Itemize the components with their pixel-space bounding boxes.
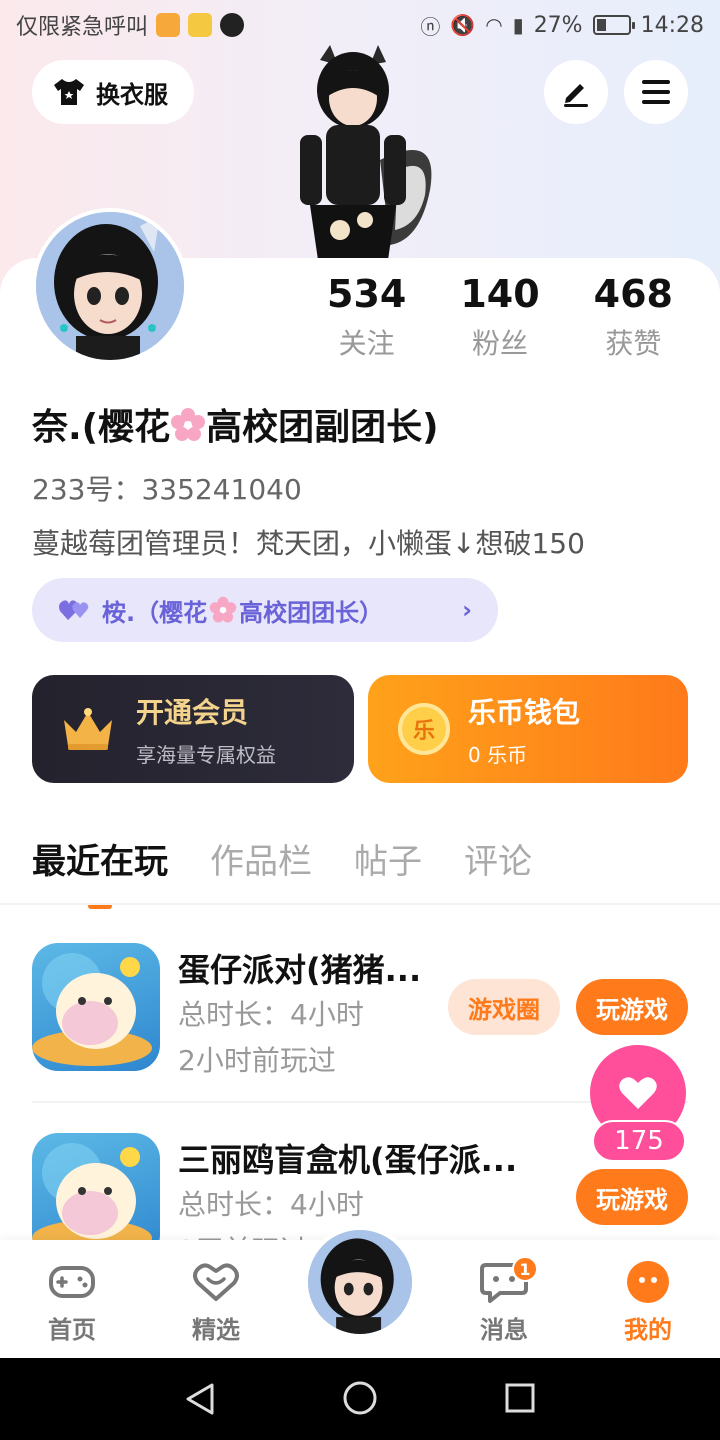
game-icon[interactable] <box>32 943 160 1071</box>
likes-label: 获赞 <box>605 327 662 360</box>
center-avatar-button[interactable] <box>304 1226 416 1338</box>
guild-tag[interactable]: 桉.（樱花 高校团团长） › <box>32 578 498 642</box>
play-game-button[interactable]: 玩游戏 <box>576 1169 688 1225</box>
clock: 14:28 <box>640 12 704 38</box>
nav-home[interactable]: 首页 <box>22 1260 122 1345</box>
sakura-icon <box>171 408 206 441</box>
home-icon[interactable] <box>342 1380 378 1416</box>
user-id-value: 335241040 <box>141 473 302 506</box>
video-app-icon <box>156 13 181 37</box>
heart-chat-icon <box>166 1260 266 1304</box>
menu-icon <box>642 80 670 104</box>
heart-icon <box>619 1077 657 1109</box>
nav-featured-label: 精选 <box>192 1316 240 1344</box>
game-title: 蛋仔派对(猪猪... <box>178 951 422 989</box>
signal-icon: ▮ <box>512 13 524 37</box>
crown-icon <box>64 708 112 750</box>
recents-icon[interactable] <box>504 1382 536 1414</box>
nav-me-label: 我的 <box>624 1316 672 1344</box>
nav-me[interactable]: 我的 <box>598 1260 698 1345</box>
game-list-item[interactable]: 蛋仔派对(猪猪... 总时长：4小时 2小时前玩过 游戏圈 玩游戏 <box>32 943 692 1083</box>
gamepad-icon <box>22 1260 122 1304</box>
username-prefix: 奈.(樱花 <box>32 407 171 448</box>
followers-stat[interactable]: 140 粉丝 <box>433 268 566 368</box>
face-icon <box>598 1260 698 1304</box>
tab-posts[interactable]: 帖子 <box>354 834 422 883</box>
shirt-icon <box>54 79 84 105</box>
game-duration: 总时长：4小时 <box>178 998 364 1031</box>
nfc-icon: ⓝ <box>420 14 441 39</box>
profile-tabs: 最近在玩 作品栏 帖子 评论 <box>32 834 532 883</box>
wallet-title: 乐币钱包 <box>468 695 581 729</box>
edit-profile-button[interactable] <box>544 60 608 124</box>
following-label: 关注 <box>338 327 395 360</box>
guild-tag-suffix: 高校团团长） <box>239 598 384 627</box>
change-outfit-button[interactable]: 换衣服 <box>32 60 194 124</box>
change-outfit-label: 换衣服 <box>96 80 168 109</box>
divider <box>0 903 720 905</box>
nav-home-label: 首页 <box>48 1316 96 1344</box>
double-heart-icon <box>59 600 89 620</box>
user-id[interactable]: 233号：335241040 <box>32 468 302 508</box>
nav-featured[interactable]: 精选 <box>166 1260 266 1345</box>
avatar-character-figure[interactable] <box>270 40 450 265</box>
carrier-text: 仅限紧急呼叫 <box>16 15 149 40</box>
following-count: 534 <box>327 272 407 316</box>
play-game-button[interactable]: 玩游戏 <box>576 979 688 1035</box>
like-count: 175 <box>592 1120 686 1162</box>
likes-count: 468 <box>593 272 673 316</box>
vip-membership-card[interactable]: 开通会员 享海量专属权益 <box>32 675 354 783</box>
system-navigation-bar <box>0 1358 720 1440</box>
vip-title: 开通会员 <box>136 695 249 729</box>
wifi-icon: ◠ <box>485 13 503 37</box>
nav-messages[interactable]: 1 消息 <box>454 1256 554 1345</box>
back-icon[interactable] <box>184 1382 216 1416</box>
profile-avatar[interactable] <box>32 208 188 364</box>
game-circle-button[interactable]: 游戏圈 <box>448 979 560 1035</box>
user-id-label: 233号： <box>32 473 142 506</box>
battery-icon <box>592 15 635 35</box>
bottom-navigation: 首页 精选 1 消息 我的 <box>0 1226 720 1358</box>
profile-bio: 蔓越莓团管理员！梵天团，小懒蛋↓想破150 <box>32 527 585 560</box>
game-duration: 总时长：4小时 <box>178 1188 364 1221</box>
divider <box>32 1101 688 1103</box>
wallet-balance: 0 乐币 <box>468 742 528 767</box>
menu-button[interactable] <box>624 60 688 124</box>
game-last-played: 2小时前玩过 <box>178 1044 336 1077</box>
tab-recently-played[interactable]: 最近在玩 <box>32 834 168 883</box>
likes-stat[interactable]: 468 获赞 <box>567 268 700 368</box>
chat-icon: 1 <box>454 1256 554 1304</box>
pen-icon <box>564 84 588 107</box>
username: 奈.(樱花 高校团副团长) <box>32 398 439 450</box>
game-title: 三丽鸥盲盒机(蛋仔派... <box>178 1141 518 1179</box>
sakura-icon <box>209 596 237 623</box>
followers-count: 140 <box>460 272 540 316</box>
followers-label: 粉丝 <box>471 327 528 360</box>
coin-icon: 乐 <box>398 703 450 755</box>
unread-badge: 1 <box>512 1256 538 1282</box>
profile-stats: 534 关注 140 粉丝 468 获赞 <box>300 268 700 368</box>
tiktok-icon <box>220 13 245 37</box>
following-stat[interactable]: 534 关注 <box>300 268 433 368</box>
vip-subtitle: 享海量专属权益 <box>136 742 276 767</box>
battery-percent: 27% <box>533 12 583 38</box>
chevron-right-icon: › <box>462 596 472 624</box>
guild-tag-prefix: 桉.（樱花 <box>102 598 208 627</box>
tab-works[interactable]: 作品栏 <box>210 834 312 883</box>
mute-icon: 🔇 <box>450 13 476 37</box>
tab-comments[interactable]: 评论 <box>464 834 532 883</box>
nav-messages-label: 消息 <box>480 1316 528 1344</box>
wallet-card[interactable]: 乐 乐币钱包 0 乐币 <box>368 675 688 783</box>
username-suffix: 高校团副团长) <box>206 407 439 448</box>
card-app-icon <box>188 13 213 37</box>
